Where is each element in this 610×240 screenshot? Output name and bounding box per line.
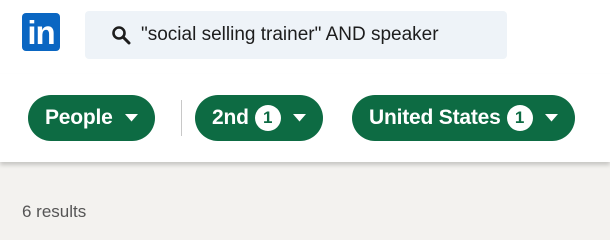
filter-people-button[interactable]: People [28, 95, 155, 141]
caret-down-icon [292, 114, 306, 122]
results-count: 6 results [22, 202, 87, 221]
search-query-text[interactable]: "social selling trainer" AND speaker [141, 24, 439, 46]
filter-connection-degree-button[interactable]: 2nd 1 [195, 95, 323, 141]
top-navigation-bar: in "social selling trainer" AND speaker [0, 0, 610, 74]
linkedin-logo[interactable]: in [22, 13, 60, 51]
caret-down-icon [544, 114, 558, 122]
filter-connection-degree-label: 2nd [212, 106, 249, 129]
filter-location-button[interactable]: United States 1 [352, 95, 575, 141]
filter-count-badge: 1 [254, 105, 281, 131]
filter-count-badge: 1 [506, 105, 533, 131]
filter-divider [181, 100, 182, 136]
search-filter-bar: People 2nd 1 United States 1 [0, 74, 610, 162]
filter-people-label: People [45, 106, 113, 129]
search-box[interactable]: "social selling trainer" AND speaker [85, 11, 507, 59]
search-icon [111, 25, 131, 45]
filter-location-label: United States [369, 106, 501, 129]
caret-down-icon [124, 114, 138, 122]
